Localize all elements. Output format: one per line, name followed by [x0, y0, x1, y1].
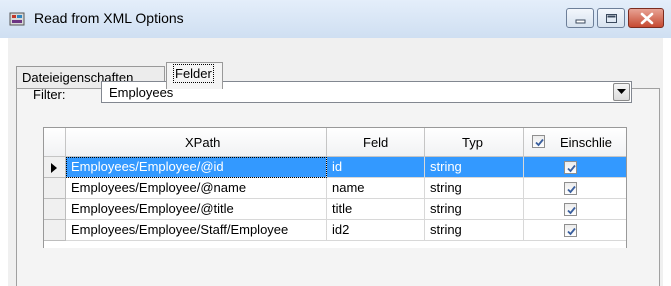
dropdown-arrow-icon	[617, 89, 626, 94]
feld-cell[interactable]: id2	[327, 220, 425, 241]
fields-grid: XPath Feld Typ Einschlie Employees/Emplo…	[43, 127, 627, 248]
filter-label: Filter:	[33, 87, 66, 102]
checkmark-icon	[567, 185, 576, 194]
column-header-label: Typ	[462, 135, 483, 150]
checkmark-icon	[535, 138, 544, 147]
column-header-typ[interactable]: Typ	[425, 128, 524, 157]
row-selector-icon	[51, 163, 57, 173]
column-header-label: Feld	[363, 135, 389, 150]
column-header-label: XPath	[185, 135, 221, 150]
header-corner	[44, 128, 66, 157]
typ-cell[interactable]: string	[425, 199, 524, 220]
xpath-cell[interactable]: Employees/Employee/@name	[66, 178, 327, 199]
xpath-cell[interactable]: Employees/Employee/@title	[66, 199, 327, 220]
column-header-xpath[interactable]: XPath	[66, 128, 327, 157]
typ-cell[interactable]: string	[425, 220, 524, 241]
include-cell	[524, 178, 626, 199]
column-header-feld[interactable]: Feld	[327, 128, 425, 157]
checkmark-icon	[567, 206, 576, 215]
typ-cell[interactable]: string	[425, 178, 524, 199]
column-header-einschliessen[interactable]: Einschlie	[524, 128, 626, 157]
feld-cell[interactable]: name	[327, 178, 425, 199]
minimize-icon	[575, 19, 586, 24]
include-cell	[524, 157, 626, 178]
include-cell	[524, 220, 626, 241]
include-checkbox[interactable]	[564, 182, 577, 195]
row-selector[interactable]	[44, 157, 66, 178]
row-selector[interactable]	[44, 220, 66, 241]
title-bar: Read from XML Options	[0, 0, 671, 38]
feld-cell[interactable]: title	[327, 199, 425, 220]
tab-label: Felder	[173, 64, 214, 83]
header-checkbox[interactable]	[532, 135, 545, 148]
close-button[interactable]	[628, 8, 664, 28]
minimize-button[interactable]	[566, 8, 594, 28]
row-selector[interactable]	[44, 199, 66, 220]
app-icon	[9, 11, 25, 27]
column-header-label: Einschlie	[560, 135, 613, 150]
xpath-cell[interactable]: Employees/Employee/Staff/Employee	[66, 220, 327, 241]
xpath-cell[interactable]: Employees/Employee/@id	[66, 157, 327, 178]
maximize-icon	[606, 14, 617, 23]
include-checkbox[interactable]	[564, 224, 577, 237]
close-icon	[640, 12, 654, 25]
checkmark-icon	[567, 227, 576, 236]
include-cell	[524, 199, 626, 220]
typ-cell[interactable]: string	[425, 157, 524, 178]
checkmark-icon	[567, 164, 576, 173]
window-title: Read from XML Options	[34, 10, 184, 26]
maximize-button[interactable]	[597, 8, 625, 28]
filter-dropdown-button[interactable]	[613, 83, 630, 101]
feld-cell[interactable]: id	[327, 157, 425, 178]
include-checkbox[interactable]	[564, 161, 577, 174]
filter-value: Employees	[109, 85, 174, 100]
tab-felder[interactable]: Felder	[166, 62, 223, 89]
include-checkbox[interactable]	[564, 203, 577, 216]
row-selector[interactable]	[44, 178, 66, 199]
